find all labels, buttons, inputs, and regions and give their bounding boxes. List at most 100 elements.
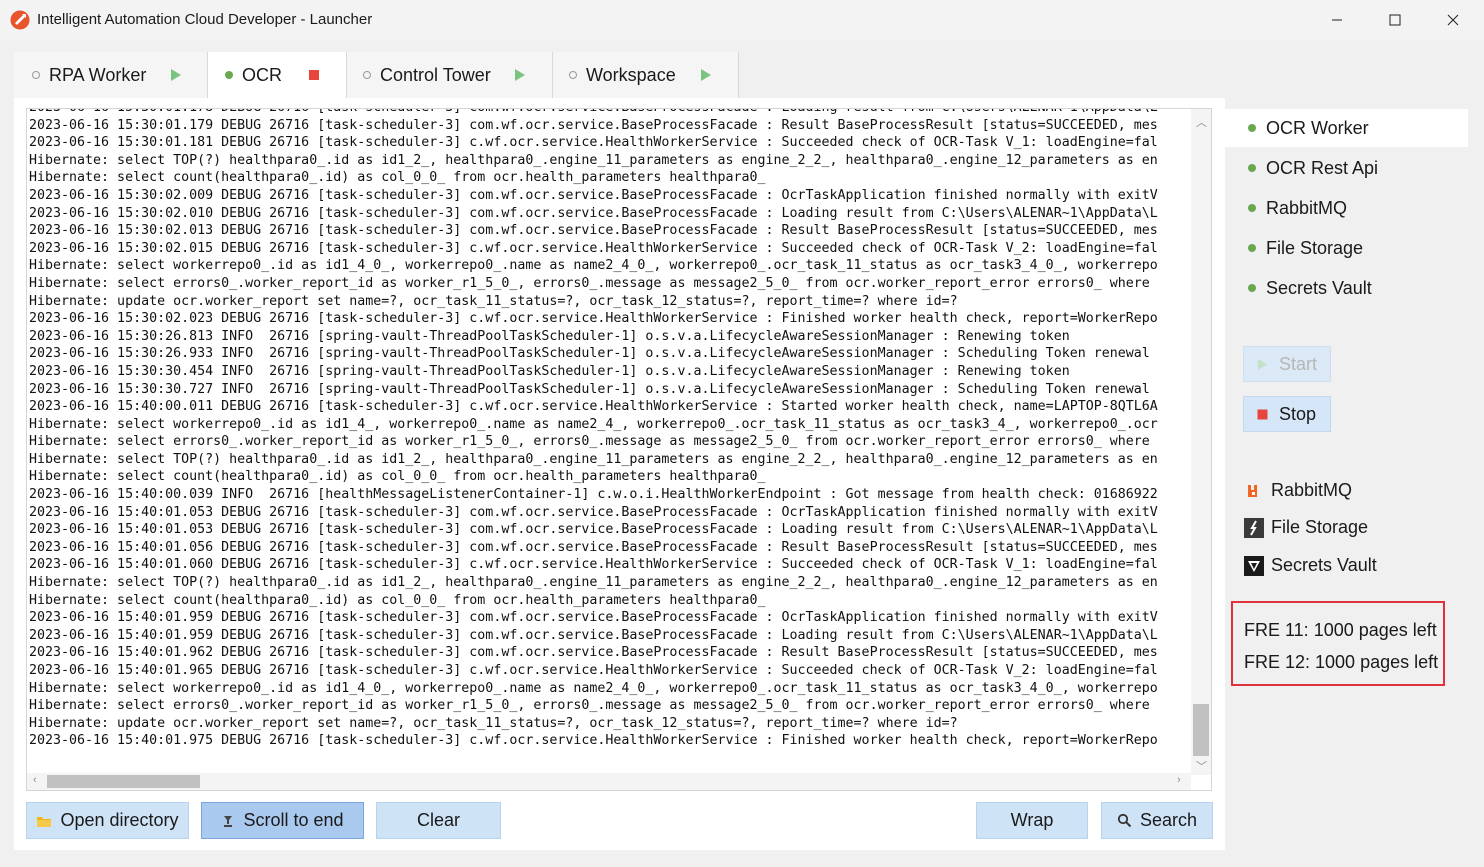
stop-button[interactable]: Stop xyxy=(1243,396,1331,432)
tab-label: RPA Worker xyxy=(49,65,147,85)
log-line: 2023-06-16 15:40:00.039 INFO 26716 [heal… xyxy=(29,487,1158,503)
link-label: RabbitMQ xyxy=(1271,480,1353,500)
open-directory-button[interactable]: Open directory xyxy=(26,802,189,839)
service-label: Secrets Vault xyxy=(1266,278,1372,298)
log-line: 2023-06-16 15:40:01.060 DEBUG 26716 [tas… xyxy=(29,557,1158,573)
close-icon xyxy=(1447,14,1459,26)
log-line: Hibernate: select errors0_.worker_report… xyxy=(29,698,1150,714)
log-line: 2023-06-16 15:30:02.015 DEBUG 26716 [tas… xyxy=(29,240,1158,256)
tab-control-tower[interactable]: Control Tower xyxy=(347,52,553,98)
log-output[interactable]: 2023-06-16 15:30:01.178 DEBUG 26716 [tas… xyxy=(26,108,1212,791)
licence-fre11: FRE 11: 1000 pages left xyxy=(1244,620,1437,640)
log-line: Hibernate: select workerrepo0_.id as id1… xyxy=(29,416,1158,432)
log-line: 2023-06-16 15:30:02.013 DEBUG 26716 [tas… xyxy=(29,223,1158,239)
log-line: 2023-06-16 15:40:01.965 DEBUG 26716 [tas… xyxy=(29,663,1158,678)
search-label: Search xyxy=(1139,810,1198,830)
log-line: 2023-06-16 15:30:30.727 INFO 26716 [spri… xyxy=(29,381,1150,397)
service-file-storage[interactable]: File Storage xyxy=(1213,229,1468,267)
log-line: 2023-06-16 15:30:26.813 INFO 26716 [spri… xyxy=(29,328,1070,344)
app-logo-icon xyxy=(10,10,30,30)
log-line: 2023-06-16 15:30:26.933 INFO 26716 [spri… xyxy=(29,346,1150,362)
scroll-to-end-icon xyxy=(224,815,233,827)
title-bar: Intelligent Automation Cloud Developer -… xyxy=(0,0,1484,40)
log-lines: 2023-06-16 15:30:01.178 DEBUG 26716 [tas… xyxy=(29,109,1187,750)
status-stopped-icon xyxy=(569,71,577,79)
vertical-scrollbar[interactable]: ︿ ﹀ xyxy=(1191,109,1211,775)
play-icon[interactable] xyxy=(700,68,712,82)
vault-icon xyxy=(1244,556,1264,576)
service-label: OCR Worker xyxy=(1266,118,1369,138)
log-line: Hibernate: update ocr.worker_report set … xyxy=(29,293,958,309)
log-line: 2023-06-16 15:30:02.009 DEBUG 26716 [tas… xyxy=(29,187,1158,203)
search-icon xyxy=(1117,813,1132,828)
vertical-scroll-thumb[interactable] xyxy=(1193,704,1209,756)
horizontal-scroll-thumb[interactable] xyxy=(47,775,200,788)
clear-button[interactable]: Clear xyxy=(376,802,501,839)
clear-label: Clear xyxy=(416,810,460,830)
service-label: RabbitMQ xyxy=(1266,198,1348,218)
stop-label: Stop xyxy=(1279,404,1317,424)
log-line: Hibernate: select workerrepo0_.id as id1… xyxy=(29,680,1158,696)
tab-workspace[interactable]: Workspace xyxy=(553,52,739,98)
status-stopped-icon xyxy=(32,71,40,79)
play-icon xyxy=(1258,359,1267,370)
service-label: OCR Rest Api xyxy=(1266,158,1379,178)
folder-icon xyxy=(37,816,52,827)
status-running-icon xyxy=(1248,124,1256,132)
log-line: 2023-06-16 15:40:01.053 DEBUG 26716 [tas… xyxy=(29,522,1158,538)
log-line: 2023-06-16 15:30:01.178 DEBUG 26716 [tas… xyxy=(29,109,1187,117)
tab-rpa-worker[interactable]: RPA Worker xyxy=(14,52,208,98)
minimize-button[interactable] xyxy=(1308,0,1366,40)
search-button[interactable]: Search xyxy=(1101,802,1213,839)
log-line: Hibernate: update ocr.worker_report set … xyxy=(29,715,958,731)
scroll-down-icon[interactable]: ﹀ xyxy=(1196,758,1207,774)
service-secrets-vault[interactable]: Secrets Vault xyxy=(1213,269,1468,307)
log-line: 2023-06-16 15:40:01.959 DEBUG 26716 [tas… xyxy=(29,627,1158,643)
log-line: Hibernate: select TOP(?) healthpara0_.id… xyxy=(29,451,1158,467)
window-title: Intelligent Automation Cloud Developer -… xyxy=(37,11,373,28)
maximize-icon xyxy=(1389,14,1401,26)
wrap-label: Wrap xyxy=(1010,810,1054,830)
log-line: 2023-06-16 15:40:01.962 DEBUG 26716 [tas… xyxy=(29,645,1158,661)
maximize-button[interactable] xyxy=(1366,0,1424,40)
wrap-button[interactable]: Wrap xyxy=(976,802,1088,839)
ocr-tab-panel: 2023-06-16 15:30:01.178 DEBUG 26716 [tas… xyxy=(14,98,1225,850)
close-button[interactable] xyxy=(1424,0,1482,40)
stop-icon[interactable] xyxy=(308,68,320,82)
log-line: Hibernate: select count(healthpara0_.id)… xyxy=(29,592,766,608)
log-line: Hibernate: select errors0_.worker_report… xyxy=(29,275,1150,291)
scroll-right-icon[interactable]: › xyxy=(1177,774,1181,786)
log-line: 2023-06-16 15:30:02.010 DEBUG 26716 [tas… xyxy=(29,205,1158,221)
file-storage-icon xyxy=(1244,518,1264,538)
play-icon[interactable] xyxy=(170,68,182,82)
tab-ocr[interactable]: OCR xyxy=(208,52,347,98)
service-ocr-worker[interactable]: OCR Worker xyxy=(1213,109,1468,147)
licence-info-box: FRE 11: 1000 pages left FRE 12: 1000 pag… xyxy=(1231,601,1445,686)
status-running-icon xyxy=(1248,284,1256,292)
horizontal-scrollbar[interactable]: ‹ › xyxy=(27,773,1191,790)
link-label: Secrets Vault xyxy=(1271,555,1377,575)
start-button[interactable]: Start xyxy=(1243,346,1331,382)
start-label: Start xyxy=(1279,354,1318,374)
scroll-left-icon[interactable]: ‹ xyxy=(33,774,37,786)
service-rabbitmq[interactable]: RabbitMQ xyxy=(1213,189,1468,227)
tab-label: OCR xyxy=(242,65,282,85)
log-line: Hibernate: select TOP(?) healthpara0_.id… xyxy=(29,152,1158,168)
log-line: Hibernate: select errors0_.worker_report… xyxy=(29,434,1150,450)
status-stopped-icon xyxy=(363,71,371,79)
stop-icon xyxy=(1257,409,1268,420)
scroll-up-icon[interactable]: ︿ xyxy=(1196,114,1207,130)
service-label: File Storage xyxy=(1266,238,1364,258)
log-line: Hibernate: select TOP(?) healthpara0_.id… xyxy=(29,575,1158,591)
log-line: 2023-06-16 15:30:01.181 DEBUG 26716 [tas… xyxy=(29,135,1158,151)
status-running-icon xyxy=(1248,244,1256,252)
log-line: Hibernate: select count(healthpara0_.id)… xyxy=(29,469,766,485)
log-line: Hibernate: select count(healthpara0_.id)… xyxy=(29,170,766,186)
link-label: File Storage xyxy=(1271,517,1369,537)
status-running-icon xyxy=(1248,164,1256,172)
service-ocr-rest-api[interactable]: OCR Rest Api xyxy=(1213,149,1468,187)
scroll-to-end-button[interactable]: Scroll to end xyxy=(201,802,364,839)
play-icon[interactable] xyxy=(514,68,526,82)
tab-label: Control Tower xyxy=(380,65,491,85)
log-line: 2023-06-16 15:40:01.959 DEBUG 26716 [tas… xyxy=(29,610,1158,626)
